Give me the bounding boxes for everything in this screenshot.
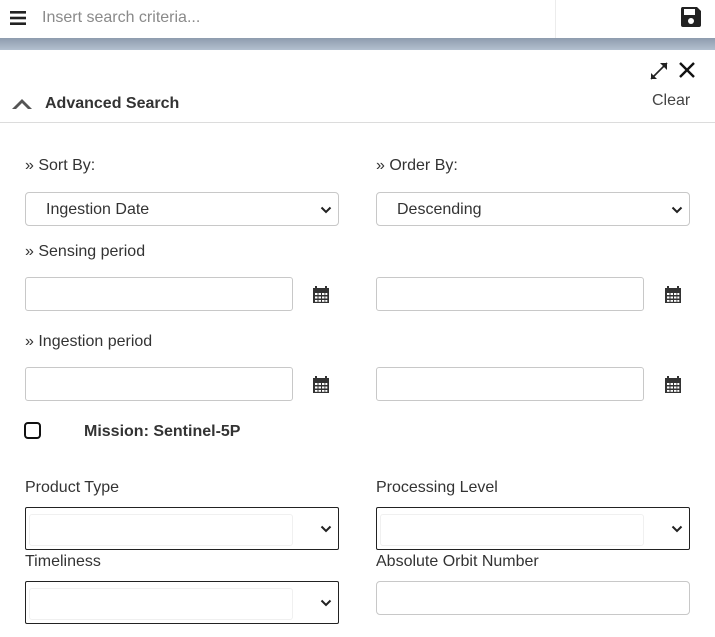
- calendar-icon[interactable]: [664, 376, 682, 394]
- clear-button[interactable]: Clear: [652, 92, 690, 110]
- processing-level-value: [380, 514, 644, 546]
- calendar-icon[interactable]: [664, 286, 682, 304]
- sensing-period-label: » Sensing period: [25, 243, 146, 260]
- sensing-start-input[interactable]: [25, 277, 293, 311]
- mission-checkbox[interactable]: [24, 422, 41, 439]
- ingestion-start-input[interactable]: [25, 367, 293, 401]
- timeliness-value: [29, 588, 293, 620]
- order-by-select[interactable]: Descending: [376, 192, 690, 226]
- product-type-value: [29, 514, 293, 546]
- sort-by-value: Ingestion Date: [46, 201, 150, 218]
- absolute-orbit-input[interactable]: [376, 581, 690, 615]
- chevron-down-icon: [320, 206, 332, 214]
- expand-icon[interactable]: [649, 61, 669, 81]
- sort-by-label: » Sort By:: [25, 157, 96, 174]
- search-input[interactable]: [34, 2, 566, 34]
- chevron-down-icon: [320, 525, 332, 533]
- hamburger-menu-icon[interactable]: [8, 6, 28, 30]
- search-divider: [555, 0, 556, 38]
- top-search-bar: [0, 0, 715, 38]
- calendar-icon[interactable]: [312, 286, 330, 304]
- timeliness-label: Timeliness: [25, 553, 101, 570]
- chevron-down-icon: [671, 206, 683, 214]
- close-icon[interactable]: [677, 60, 697, 80]
- timeliness-select[interactable]: [25, 581, 339, 624]
- sensing-end-input[interactable]: [376, 277, 644, 311]
- panel-title: Advanced Search: [45, 95, 180, 112]
- processing-level-select[interactable]: [376, 507, 690, 550]
- header-band: [0, 38, 715, 50]
- absolute-orbit-label: Absolute Orbit Number: [376, 553, 539, 570]
- mission-label: Mission: Sentinel-5P: [84, 423, 241, 440]
- ingestion-end-input[interactable]: [376, 367, 644, 401]
- order-by-value: Descending: [397, 201, 482, 218]
- order-by-label: » Order By:: [376, 157, 458, 174]
- ingestion-period-label: » Ingestion period: [25, 333, 153, 350]
- chevron-up-icon[interactable]: [11, 96, 33, 112]
- save-icon[interactable]: [680, 6, 702, 30]
- sort-by-select[interactable]: Ingestion Date: [25, 192, 339, 226]
- processing-level-label: Processing Level: [376, 479, 498, 496]
- product-type-select[interactable]: [25, 507, 339, 550]
- calendar-icon[interactable]: [312, 376, 330, 394]
- chevron-down-icon: [320, 599, 332, 607]
- product-type-label: Product Type: [25, 479, 119, 496]
- chevron-down-icon: [671, 525, 683, 533]
